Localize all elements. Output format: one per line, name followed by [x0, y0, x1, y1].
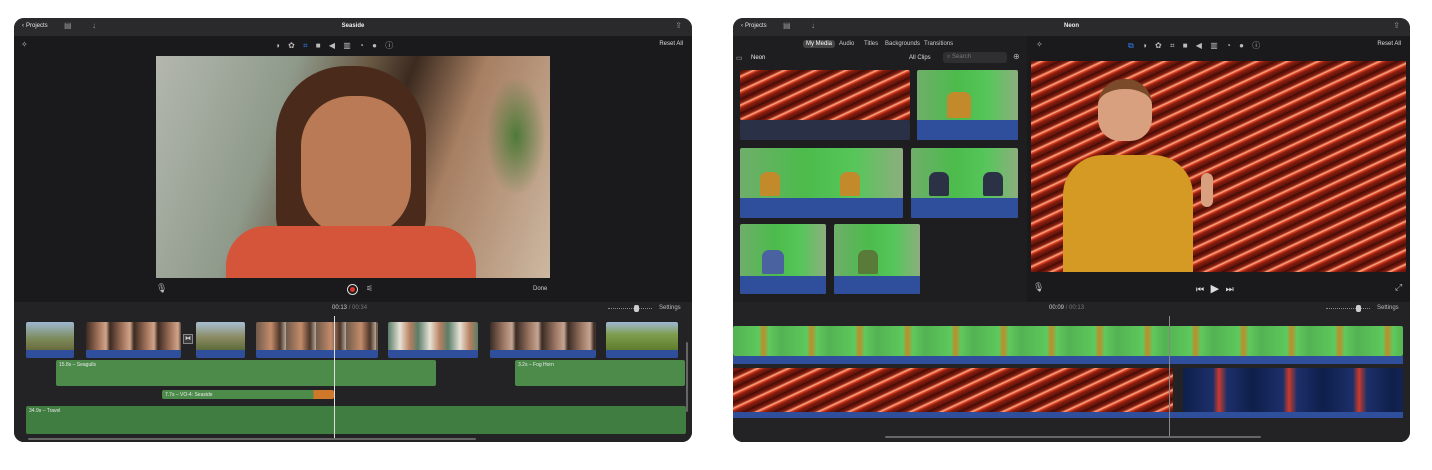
- crop-icon[interactable]: ⌗: [303, 41, 308, 51]
- ipad-seaside-project: ‹ Projects ▤ ↓ Seaside ⇪ ✧ ◑ ✿ ⌗ ■ ◀ ▥ ◔…: [14, 18, 692, 442]
- media-thumbnail[interactable]: [740, 224, 826, 294]
- viewer-toolbar: ✧ ⧉ ◑ ✿ ⌗ ■ ◀ ▥ ◔ ● ⓘ Reset All: [1029, 38, 1410, 54]
- browser-options-icon[interactable]: ⊕: [1013, 52, 1020, 61]
- timecode: 00:09 / 00:13: [1049, 305, 1085, 311]
- viewer-video-frame: [1031, 61, 1406, 272]
- video-overlay-icon[interactable]: ⧉: [1128, 41, 1134, 51]
- stabilization-icon[interactable]: ■: [316, 41, 321, 50]
- info-icon[interactable]: ⓘ: [385, 40, 393, 51]
- overlay-audio-waveform: [733, 356, 1403, 364]
- timeline-settings-button[interactable]: Settings: [659, 305, 681, 311]
- magic-wand-icon[interactable]: ✧: [21, 40, 28, 49]
- transition-icon[interactable]: ⧓: [183, 334, 193, 344]
- album-title: Neon: [751, 55, 766, 61]
- audio-track-seagulls[interactable]: 15.8s – Seagulls: [56, 360, 436, 386]
- speed-icon[interactable]: ◔: [1226, 41, 1231, 50]
- timecode: 00:13 / 00:34: [332, 305, 368, 311]
- skip-back-icon[interactable]: ⏮: [1196, 284, 1204, 294]
- share-icon[interactable]: ⇪: [675, 21, 682, 30]
- voiceover-options-icon[interactable]: ⚟: [366, 284, 373, 293]
- volume-icon[interactable]: ◀: [1196, 41, 1202, 50]
- filter-icon[interactable]: ●: [1239, 41, 1244, 50]
- playhead[interactable]: [334, 316, 335, 438]
- microphone-icon[interactable]: 🎙: [1033, 282, 1044, 293]
- vertical-scrollbar[interactable]: [686, 342, 688, 412]
- horizontal-scrollbar[interactable]: [885, 436, 1261, 438]
- sidebar-toggle-icon[interactable]: ▭: [736, 54, 743, 62]
- zoom-slider[interactable]: [608, 305, 652, 312]
- voiceover-track[interactable]: 7.7s – VO-4: Seaside: [162, 390, 334, 399]
- crop-icon[interactable]: ⌗: [1170, 41, 1175, 51]
- background-audio-waveform: [733, 412, 1403, 418]
- video-clip[interactable]: [606, 322, 678, 358]
- tab-transitions[interactable]: Transitions: [924, 41, 953, 47]
- background-video-clip-open-sign[interactable]: [1183, 368, 1403, 412]
- ipad-neon-project: ‹ Projects ▤ ↓ Neon ⇪ My Media Audio Tit…: [733, 18, 1410, 442]
- timeline-settings-button[interactable]: Settings: [1377, 305, 1399, 311]
- video-clip[interactable]: [196, 322, 245, 358]
- stabilization-icon[interactable]: ■: [1183, 41, 1188, 50]
- noise-reduction-icon[interactable]: ▥: [1210, 41, 1218, 50]
- top-bar: ‹ Projects ▤ ↓ Seaside ⇪: [14, 18, 692, 36]
- media-thumbnail[interactable]: [917, 70, 1018, 140]
- share-icon[interactable]: ⇪: [1393, 21, 1400, 30]
- speed-icon[interactable]: ◔: [359, 41, 364, 50]
- color-correction-icon[interactable]: ✿: [1155, 41, 1162, 50]
- noise-reduction-icon[interactable]: ▥: [343, 41, 351, 50]
- background-video-clip[interactable]: [733, 368, 1173, 412]
- project-title: Neon: [1064, 23, 1079, 29]
- filter-icon[interactable]: ●: [372, 41, 377, 50]
- timeline[interactable]: 00:13 / 00:34 Settings ⧓ 15.8s – Seagull…: [14, 302, 692, 442]
- video-clip[interactable]: [256, 322, 378, 358]
- media-thumbnail[interactable]: [740, 70, 910, 120]
- reset-all-button[interactable]: Reset All: [659, 41, 683, 47]
- video-clip[interactable]: [490, 322, 596, 358]
- microphone-icon[interactable]: 🎙: [156, 283, 167, 294]
- playhead[interactable]: [1169, 316, 1170, 436]
- search-input[interactable]: ⌕ Search: [943, 52, 1007, 63]
- zoom-slider[interactable]: [1326, 305, 1370, 312]
- tab-backgrounds[interactable]: Backgrounds: [885, 41, 920, 47]
- tab-my-media[interactable]: My Media: [803, 40, 836, 48]
- search-icon: ⌕: [947, 54, 951, 60]
- video-clip[interactable]: [26, 322, 74, 358]
- overlay-video-track[interactable]: [733, 326, 1403, 356]
- video-clip[interactable]: [86, 322, 181, 358]
- top-bar: ‹ Projects ▤ ↓ Neon ⇪: [733, 18, 1410, 36]
- play-icon[interactable]: ▶: [1211, 283, 1219, 295]
- magic-wand-icon[interactable]: ✧: [1036, 40, 1043, 49]
- viewer-video-frame: [156, 56, 550, 278]
- video-clip[interactable]: [388, 322, 478, 358]
- done-button[interactable]: Done: [533, 286, 547, 292]
- color-balance-icon[interactable]: ◑: [1142, 41, 1147, 50]
- media-thumbnail[interactable]: [834, 224, 920, 294]
- audio-track-fog-horn[interactable]: 3.2s – Fog Horn: [515, 360, 685, 386]
- timeline[interactable]: 00:09 / 00:13 Settings: [733, 302, 1410, 442]
- media-thumbnail[interactable]: [740, 148, 903, 218]
- horizontal-scrollbar[interactable]: [28, 438, 476, 440]
- tab-titles[interactable]: Titles: [864, 41, 878, 47]
- audio-track-travel[interactable]: 34.9s – Travel: [26, 406, 686, 434]
- fullscreen-icon[interactable]: ⤢: [1395, 282, 1402, 293]
- viewer-toolbar: ✧ ◑ ✿ ⌗ ■ ◀ ▥ ◔ ● ⓘ Reset All: [14, 38, 692, 54]
- playback-controls: ⏮ ▶ ⏭: [1196, 282, 1234, 295]
- project-title: Seaside: [341, 23, 365, 29]
- media-thumbnail[interactable]: [911, 148, 1018, 218]
- tab-audio[interactable]: Audio: [839, 41, 854, 47]
- media-thumbnail-audio: [740, 120, 910, 140]
- media-browser: My Media Audio Titles Backgrounds Transi…: [733, 36, 1027, 302]
- volume-icon[interactable]: ◀: [329, 41, 335, 50]
- clip-filter-dropdown[interactable]: All Clips: [909, 55, 931, 61]
- color-balance-icon[interactable]: ◑: [275, 41, 280, 50]
- skip-forward-icon[interactable]: ⏭: [1226, 284, 1234, 294]
- info-icon[interactable]: ⓘ: [1252, 40, 1260, 51]
- color-correction-icon[interactable]: ✿: [288, 41, 295, 50]
- voiceover-record-button[interactable]: [347, 284, 358, 295]
- reset-all-button[interactable]: Reset All: [1377, 41, 1401, 47]
